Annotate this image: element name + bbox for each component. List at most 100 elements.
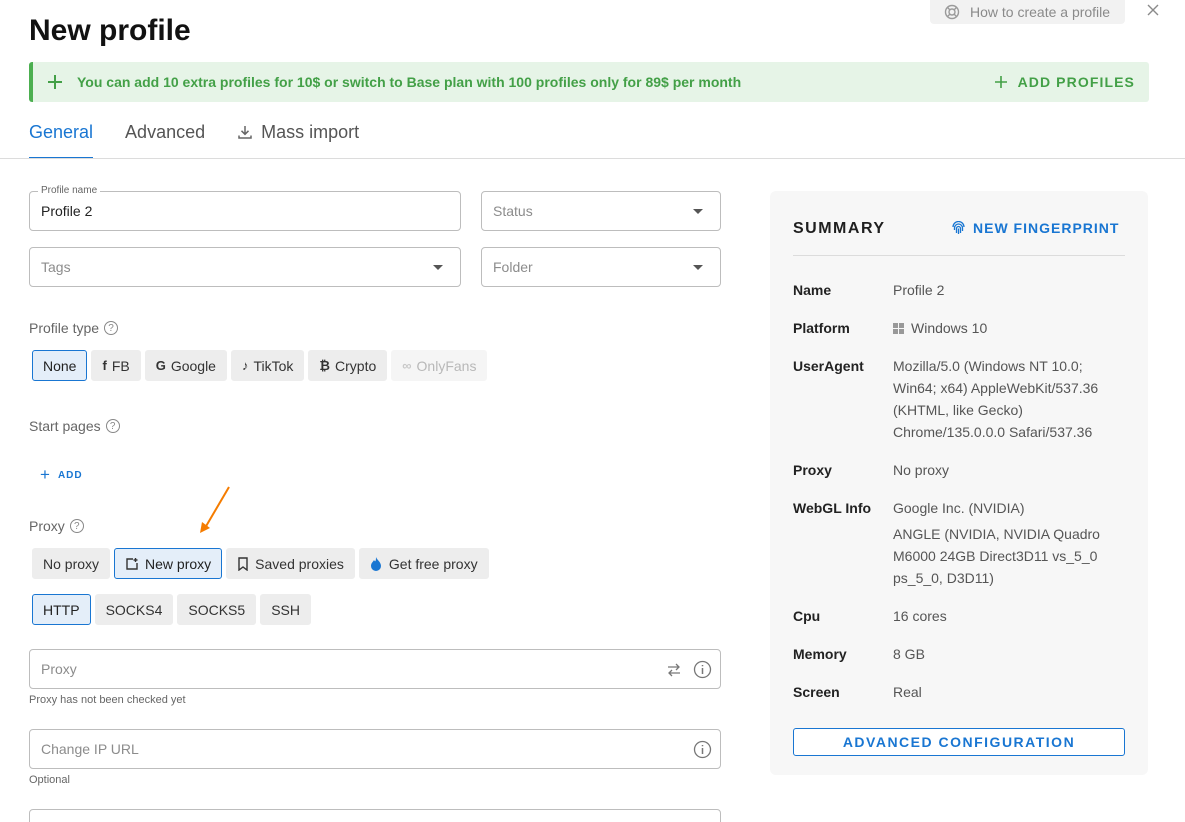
add-profiles-button[interactable]: ADD PROFILES (994, 62, 1135, 102)
help-icon[interactable]: ? (69, 519, 84, 533)
proxy-mode-options: No proxy New proxy Saved proxies Get fre… (32, 548, 493, 579)
start-pages-label: Start pages ? (29, 418, 120, 434)
plus-icon (994, 76, 1007, 88)
profile-name-label: Profile name (38, 185, 101, 196)
summary-key-memory: Memory (793, 646, 847, 662)
proxy-mode-new-proxy[interactable]: New proxy (114, 548, 223, 579)
swap-icon[interactable] (666, 662, 682, 678)
profile-type-label-text: Profile type (29, 320, 100, 336)
new-fingerprint-label: NEW FINGERPRINT (973, 220, 1120, 236)
annotation-arrow-icon (200, 486, 230, 533)
summary-key-proxy: Proxy (793, 462, 832, 478)
profile-type-fb[interactable]: f FB (91, 350, 141, 381)
chip-label: HTTP (43, 601, 80, 618)
status-placeholder: Status (493, 203, 533, 219)
summary-value-webgl-vendor: Google Inc. (NVIDIA) (893, 500, 1025, 516)
bookmark-icon (238, 556, 248, 571)
chip-label: Crypto (335, 357, 377, 374)
chip-label: Saved proxies (255, 555, 344, 572)
tabs-divider (0, 158, 1185, 159)
chip-label: New proxy (145, 555, 212, 572)
proxy-input[interactable]: Proxy (29, 649, 721, 689)
new-fingerprint-button[interactable]: NEW FINGERPRINT (951, 220, 1119, 236)
protocol-ssh[interactable]: SSH (260, 594, 311, 625)
plus-icon: + (40, 465, 50, 484)
how-to-create-profile-button[interactable]: How to create a profile (930, 0, 1125, 24)
summary-key-useragent: UserAgent (793, 358, 864, 374)
change-ip-url-input[interactable]: Change IP URL (29, 729, 721, 769)
page-title: New profile (29, 14, 191, 47)
help-icon[interactable]: ? (104, 321, 119, 335)
status-select[interactable]: Status (481, 191, 721, 231)
profile-type-onlyfans[interactable]: ∞ OnlyFans (391, 350, 488, 381)
flame-icon (370, 557, 381, 571)
add-start-page-button[interactable]: + ADD (40, 465, 83, 485)
profile-type-label: Profile type ? (29, 320, 119, 336)
info-icon[interactable] (693, 660, 712, 679)
folder-select[interactable]: Folder (481, 247, 721, 287)
summary-panel: SUMMARY NEW FINGERPRINT Name Profile 2 P… (770, 191, 1148, 775)
profile-type-google[interactable]: G Google (144, 350, 227, 381)
profile-type-tiktok[interactable]: ♪ TikTok (230, 350, 305, 381)
profile-type-crypto[interactable]: ₿ Crypto (308, 350, 388, 381)
summary-title: SUMMARY (793, 220, 886, 237)
windows-icon (893, 323, 904, 334)
proxy-hint: Proxy has not been checked yet (29, 694, 186, 706)
tab-advanced[interactable]: Advanced (125, 112, 205, 158)
lifebuoy-icon (944, 4, 960, 20)
start-pages-label-text: Start pages (29, 418, 101, 434)
tab-mass-import[interactable]: Mass import (237, 112, 359, 158)
summary-value-memory: 8 GB (893, 646, 925, 662)
platform-text: Windows 10 (911, 320, 988, 336)
summary-value-name: Profile 2 (893, 282, 945, 298)
bitcoin-icon: ₿ (319, 358, 331, 373)
profile-name-field[interactable]: Profile name Profile 2 (29, 185, 461, 231)
download-icon (238, 126, 252, 139)
tab-general[interactable]: General (29, 112, 94, 159)
facebook-icon: f (102, 358, 107, 373)
tab-general-label: General (29, 122, 94, 142)
chip-label: Get free proxy (388, 555, 478, 572)
new-window-icon (126, 557, 138, 570)
chip-label: OnlyFans (416, 357, 477, 374)
onlyfans-icon: ∞ (402, 358, 412, 373)
tags-select[interactable]: Tags (29, 247, 461, 287)
chip-label: SOCKS4 (105, 601, 163, 618)
profile-name-value: Profile 2 (41, 203, 93, 219)
protocol-socks4[interactable]: SOCKS4 (94, 594, 174, 625)
fingerprint-icon (952, 220, 965, 234)
close-icon[interactable] (1144, 1, 1162, 19)
proxy-mode-no-proxy[interactable]: No proxy (32, 548, 111, 579)
help-label: How to create a profile (970, 4, 1111, 20)
summary-key-screen: Screen (793, 684, 840, 700)
proxy-mode-get-free-proxy[interactable]: Get free proxy (358, 548, 489, 579)
tab-mass-import-label: Mass import (261, 122, 360, 142)
tab-advanced-label: Advanced (125, 122, 206, 142)
plus-icon (48, 75, 62, 89)
summary-value-screen: Real (893, 684, 922, 700)
summary-key-webgl: WebGL Info (793, 500, 872, 516)
chip-label: None (43, 357, 77, 374)
info-icon[interactable] (693, 740, 712, 759)
summary-key-cpu: Cpu (793, 608, 821, 624)
proxy-mode-saved-proxies[interactable]: Saved proxies (226, 548, 355, 579)
chevron-down-icon (693, 265, 703, 270)
google-icon: G (155, 358, 166, 373)
chip-label: TikTok (253, 357, 294, 374)
profile-type-none[interactable]: None (32, 350, 88, 381)
summary-value-webgl-renderer: ANGLE (NVIDIA, NVIDIA Quadro M6000 24GB … (893, 526, 1100, 586)
help-icon[interactable]: ? (105, 419, 120, 433)
next-field[interactable] (29, 809, 721, 822)
chip-label: FB (111, 357, 130, 374)
protocol-socks5[interactable]: SOCKS5 (177, 594, 257, 625)
tiktok-icon: ♪ (241, 358, 249, 373)
add-start-page-label: ADD (57, 469, 83, 481)
protocol-http[interactable]: HTTP (32, 594, 91, 625)
folder-placeholder: Folder (493, 259, 533, 275)
summary-value-useragent: Mozilla/5.0 (Windows NT 10.0; Win64; x64… (893, 358, 1099, 440)
summary-key-name: Name (793, 282, 832, 298)
change-ip-hint: Optional (29, 774, 70, 786)
chevron-down-icon (433, 265, 443, 270)
advanced-configuration-button[interactable]: ADVANCED CONFIGURATION (793, 728, 1125, 756)
profile-type-options: None f FB G Google ♪ TikTok ₿ Crypto ∞ OnlyFa… (32, 350, 491, 381)
